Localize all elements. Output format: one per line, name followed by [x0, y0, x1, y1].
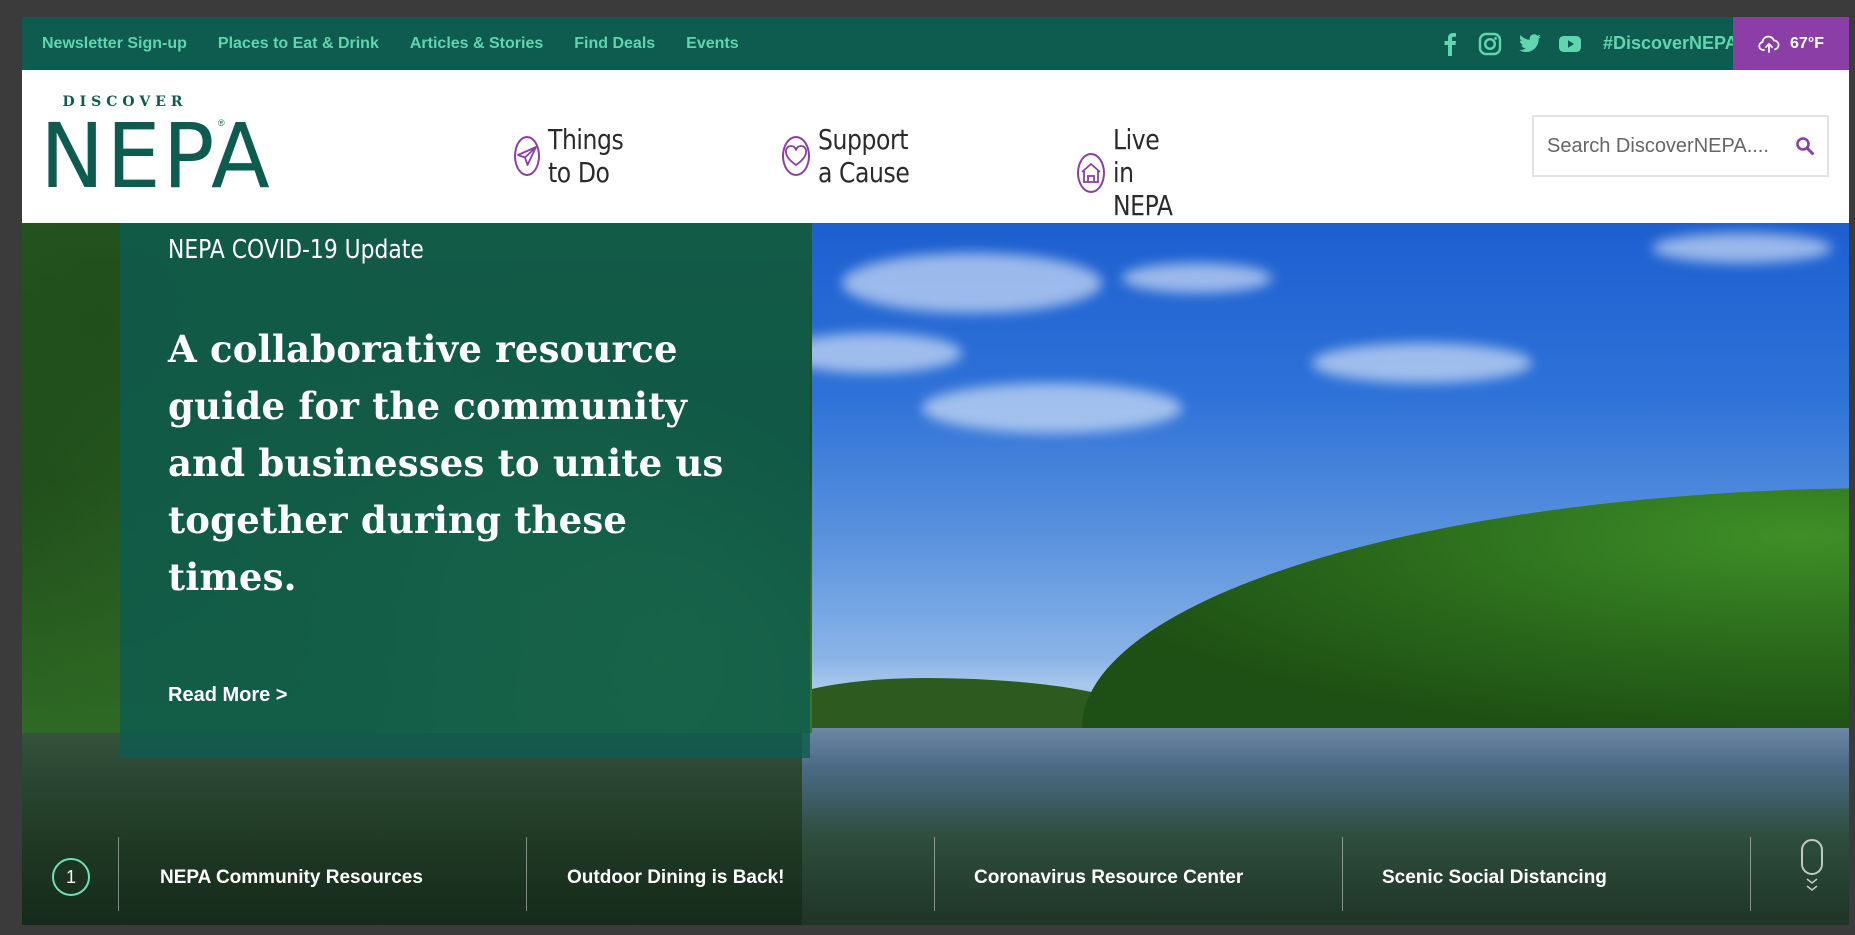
instagram-icon[interactable]: [1477, 31, 1503, 57]
quicklinks-bar: 1 NEPA Community Resources Outdoor Dinin…: [22, 835, 1849, 915]
quicklink-coronavirus-center[interactable]: Coronavirus Resource Center: [974, 867, 1243, 889]
hashtag-link[interactable]: #DiscoverNEPA: [1603, 33, 1738, 54]
cloud-upload-icon: [1758, 35, 1780, 53]
divider: [1750, 837, 1751, 911]
house-icon: [1077, 152, 1105, 193]
site-header: DISCOVER NEPA ® Things to Do Support a C…: [22, 70, 1849, 223]
search-input[interactable]: [1534, 117, 1784, 175]
divider: [1342, 837, 1343, 911]
nav-live-in-nepa[interactable]: Live in NEPA: [1077, 123, 1196, 222]
page: Newsletter Sign-up Places to Eat & Drink…: [22, 17, 1849, 925]
heart-icon: [782, 136, 810, 176]
mouse-icon: [1801, 839, 1823, 875]
search-box: [1532, 115, 1829, 177]
utility-bar: Newsletter Sign-up Places to Eat & Drink…: [22, 17, 1849, 70]
nav-live-in-nepa-label: Live in NEPA: [1113, 123, 1173, 222]
read-more-link[interactable]: Read More >: [168, 684, 287, 707]
divider: [526, 837, 527, 911]
covid-update-panel: NEPA COVID-19 Update A collaborative res…: [120, 223, 810, 758]
youtube-icon[interactable]: [1557, 31, 1583, 57]
slide-number-indicator[interactable]: 1: [52, 858, 90, 896]
covid-kicker: NEPA COVID-19 Update: [168, 235, 424, 265]
forested-hill: [1082, 488, 1849, 728]
scroll-down-indicator[interactable]: [1800, 839, 1824, 903]
newsletter-signup-link[interactable]: Newsletter Sign-up: [42, 35, 187, 53]
cloud: [1312, 343, 1532, 383]
quicklink-outdoor-dining[interactable]: Outdoor Dining is Back!: [567, 867, 784, 889]
utility-links: Newsletter Sign-up Places to Eat & Drink…: [42, 17, 739, 70]
hero-banner: NEPA COVID-19 Update A collaborative res…: [22, 223, 1849, 925]
logo-registered-mark: ®: [218, 118, 225, 128]
cloud: [1122, 263, 1272, 293]
quicklink-scenic-distancing[interactable]: Scenic Social Distancing: [1382, 867, 1607, 889]
cloud: [922, 383, 1182, 433]
weather-temp: 67°F: [1790, 34, 1824, 52]
events-link[interactable]: Events: [686, 35, 738, 53]
paper-plane-icon: [514, 136, 540, 176]
search-icon[interactable]: [1791, 132, 1819, 160]
cloud: [842, 253, 1102, 313]
places-to-eat-link[interactable]: Places to Eat & Drink: [218, 35, 379, 53]
articles-stories-link[interactable]: Articles & Stories: [410, 35, 543, 53]
nav-support-a-cause[interactable]: Support a Cause: [782, 123, 937, 189]
cloud: [1652, 233, 1832, 263]
find-deals-link[interactable]: Find Deals: [574, 35, 655, 53]
site-logo[interactable]: DISCOVER NEPA ®: [40, 94, 270, 206]
social-links: #DiscoverNEPA: [1437, 17, 1738, 70]
chevron-down-icon: [1806, 878, 1818, 892]
logo-nepa-text: NEPA: [40, 105, 272, 209]
quicklink-community-resources[interactable]: NEPA Community Resources: [160, 867, 423, 889]
nav-things-to-do-label: Things to Do: [548, 123, 624, 189]
nav-support-a-cause-label: Support a Cause: [818, 123, 910, 189]
weather-widget[interactable]: 67°F: [1733, 17, 1849, 70]
hero-headline: A collaborative resource guide for the c…: [168, 327, 724, 599]
facebook-icon[interactable]: [1437, 31, 1463, 57]
divider: [118, 837, 119, 911]
twitter-icon[interactable]: [1517, 31, 1543, 57]
browser-frame: Newsletter Sign-up Places to Eat & Drink…: [0, 0, 1855, 935]
nav-things-to-do[interactable]: Things to Do: [514, 123, 652, 189]
divider: [934, 837, 935, 911]
